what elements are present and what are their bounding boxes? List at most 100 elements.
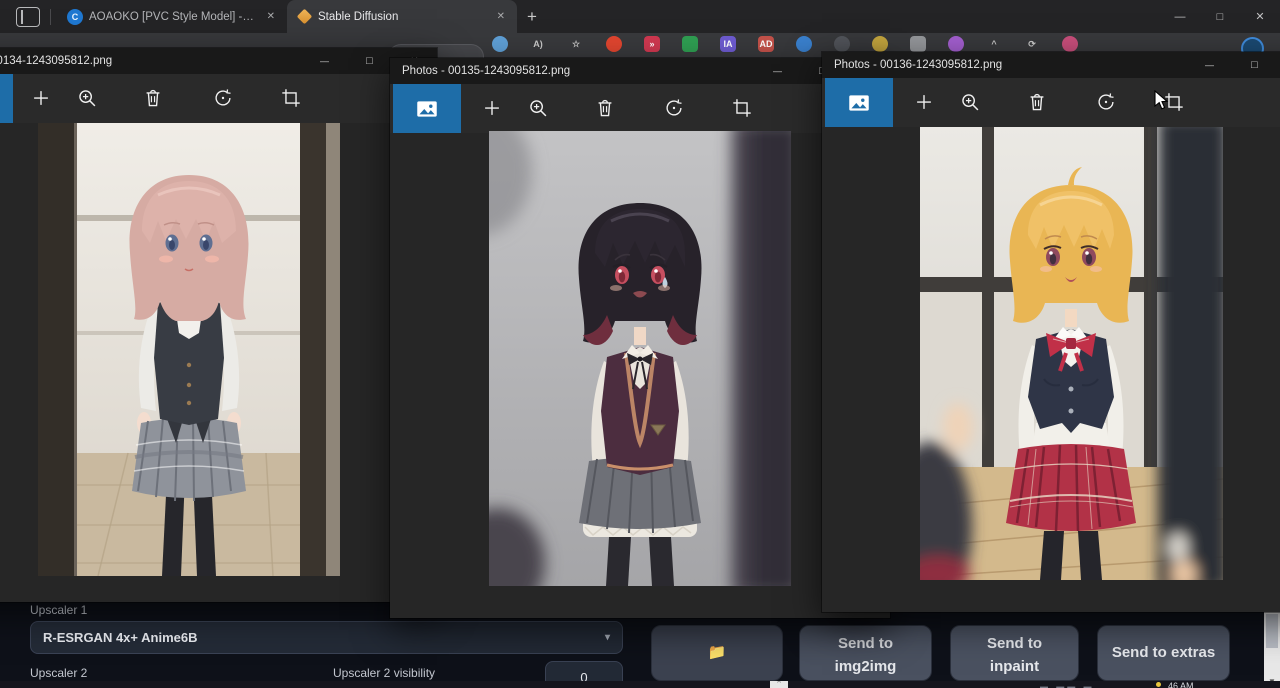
trash-icon bbox=[594, 97, 616, 119]
upscaler1-label: Upscaler 1 bbox=[30, 603, 87, 617]
open-output-folder-button[interactable]: 📁 bbox=[651, 625, 783, 681]
photos-window-00136[interactable]: Photos - 00136-1243095812.png — □ ✕ bbox=[822, 52, 1280, 612]
photo-image-00136[interactable] bbox=[920, 127, 1223, 580]
tray-alert-icon bbox=[1156, 682, 1161, 687]
window-titlebar[interactable]: Photos - 00135-1243095812.png — □ ✕ bbox=[390, 58, 890, 84]
taskbar-clock[interactable]: 46 AM bbox=[1168, 681, 1194, 688]
extension-fastforward-icon[interactable]: » bbox=[644, 36, 660, 52]
zoom-button[interactable] bbox=[956, 88, 984, 116]
zoom-button[interactable] bbox=[524, 94, 552, 122]
rotate-button[interactable] bbox=[1092, 88, 1120, 116]
extension-blue-icon[interactable] bbox=[796, 36, 812, 52]
upscaler1-dropdown[interactable]: R-ESRGAN 4x+ Anime6B ▾ bbox=[30, 621, 623, 654]
maximize-button[interactable]: □ bbox=[347, 48, 392, 74]
image-view-button[interactable] bbox=[393, 84, 461, 133]
sync-icon[interactable]: ⟳ bbox=[1024, 36, 1040, 52]
chevron-down-icon: ▾ bbox=[605, 632, 610, 643]
rotate-button[interactable] bbox=[209, 84, 237, 112]
stable-diffusion-favicon bbox=[297, 9, 313, 25]
image-view-button[interactable] bbox=[825, 78, 893, 127]
photo-image-00135[interactable] bbox=[489, 131, 791, 586]
button-label: img2img bbox=[800, 655, 931, 678]
tab-divider bbox=[50, 9, 51, 25]
tab-actions-icon[interactable] bbox=[16, 7, 40, 27]
send-to-img2img-button[interactable]: Send to img2img bbox=[799, 625, 932, 681]
restore-button[interactable]: □ bbox=[1200, 0, 1240, 33]
extension-ad-icon[interactable]: AD bbox=[758, 36, 774, 52]
rotate-icon bbox=[1095, 91, 1117, 113]
minimize-button[interactable]: — bbox=[1160, 0, 1200, 33]
window-titlebar[interactable]: Photos - 00136-1243095812.png — □ ✕ bbox=[822, 52, 1280, 78]
add-button[interactable] bbox=[910, 88, 938, 116]
tab-title: AOAOKO [PVC Style Model] - PV bbox=[89, 11, 257, 23]
rotate-icon bbox=[663, 97, 685, 119]
zoom-in-icon bbox=[959, 91, 981, 113]
browser-window-controls: — □ ✕ bbox=[1160, 0, 1280, 33]
extension-dark-icon[interactable] bbox=[834, 36, 850, 52]
photos-window-00135[interactable]: Photos - 00135-1243095812.png — □ ✕ bbox=[390, 58, 890, 618]
extension-multicolor-icon[interactable] bbox=[1062, 36, 1078, 52]
image-view-button[interactable] bbox=[0, 74, 13, 123]
civitai-favicon: C bbox=[67, 9, 83, 25]
photos-toolbar bbox=[822, 78, 1280, 127]
scrollbar-thumb[interactable] bbox=[1266, 614, 1278, 648]
send-to-inpaint-button[interactable]: Send to inpaint bbox=[950, 625, 1079, 681]
zoom-in-icon bbox=[527, 97, 549, 119]
button-label: Send to bbox=[951, 632, 1078, 655]
copilot-icon[interactable] bbox=[492, 36, 508, 52]
button-label: Send to extras bbox=[1112, 644, 1215, 661]
button-label: Send to bbox=[800, 632, 931, 655]
rotate-icon bbox=[212, 87, 234, 109]
read-aloud-icon[interactable]: A) bbox=[530, 36, 546, 52]
new-tab-button[interactable]: + bbox=[517, 7, 547, 27]
minimize-button[interactable]: — bbox=[302, 48, 347, 74]
crop-button[interactable] bbox=[728, 94, 756, 122]
extension-ia-icon[interactable]: IA bbox=[720, 36, 736, 52]
extension-purple-icon[interactable] bbox=[948, 36, 964, 52]
tab-close-icon[interactable]: ✕ bbox=[263, 9, 279, 24]
photo-image-00134[interactable] bbox=[38, 123, 340, 576]
trash-icon bbox=[1026, 91, 1048, 113]
delete-button[interactable] bbox=[139, 84, 167, 112]
browser-actions-row: A) ☆ » IA AD ^ ⟳ bbox=[492, 36, 1078, 52]
image-icon bbox=[414, 96, 440, 122]
delete-button[interactable] bbox=[1023, 88, 1051, 116]
plus-icon bbox=[481, 97, 503, 119]
add-button[interactable] bbox=[27, 84, 55, 112]
favorites-icon[interactable]: ☆ bbox=[568, 36, 584, 52]
trash-icon bbox=[142, 87, 164, 109]
photos-toolbar bbox=[0, 74, 437, 123]
browser-tab-civitai[interactable]: C AOAOKO [PVC Style Model] - PV ✕ bbox=[57, 0, 287, 33]
send-to-extras-button[interactable]: Send to extras bbox=[1097, 625, 1230, 681]
zoom-in-icon bbox=[76, 87, 98, 109]
photos-window-00134[interactable]: Photos - 00134-1243095812.png — □ ✕ bbox=[0, 48, 437, 602]
photos-toolbar bbox=[390, 84, 890, 133]
rotate-button[interactable] bbox=[660, 94, 688, 122]
page-scrollbar[interactable]: ▼ bbox=[1264, 612, 1280, 688]
extension-gray-icon[interactable] bbox=[910, 36, 926, 52]
tab-title: Stable Diffusion bbox=[318, 11, 487, 23]
upscaler1-value: R-ESRGAN 4x+ Anime6B bbox=[43, 630, 197, 645]
extension-yellow-icon[interactable] bbox=[872, 36, 888, 52]
delete-button[interactable] bbox=[591, 94, 619, 122]
taskbar-icons-peek: ▬ ▬▬ ▬ bbox=[1040, 682, 1094, 688]
crop-icon bbox=[280, 87, 302, 109]
minimize-button[interactable]: — bbox=[1187, 52, 1232, 78]
taskbar[interactable]: ^ ▬ ▬▬ ▬ 46 AM bbox=[0, 681, 1280, 688]
minimize-button[interactable]: — bbox=[755, 58, 800, 84]
tab-close-icon[interactable]: ✕ bbox=[493, 9, 509, 24]
maximize-button[interactable]: □ bbox=[1232, 52, 1277, 78]
screen: C AOAOKO [PVC Style Model] - PV ✕ Stable… bbox=[0, 0, 1280, 688]
extension-green-icon[interactable] bbox=[682, 36, 698, 52]
crop-button[interactable] bbox=[277, 84, 305, 112]
tray-expand-button[interactable]: ^ bbox=[770, 681, 788, 688]
browser-tab-stable-diffusion[interactable]: Stable Diffusion ✕ bbox=[287, 0, 517, 33]
extension-orange-ring-icon[interactable] bbox=[606, 36, 622, 52]
window-titlebar[interactable]: Photos - 00134-1243095812.png — □ ✕ bbox=[0, 48, 437, 74]
browser-tab-bar: C AOAOKO [PVC Style Model] - PV ✕ Stable… bbox=[0, 0, 1280, 33]
close-button[interactable]: ✕ bbox=[1240, 0, 1280, 33]
add-button[interactable] bbox=[478, 94, 506, 122]
tray-caret-icon[interactable]: ^ bbox=[986, 36, 1002, 52]
button-label: inpaint bbox=[951, 655, 1078, 678]
zoom-button[interactable] bbox=[73, 84, 101, 112]
